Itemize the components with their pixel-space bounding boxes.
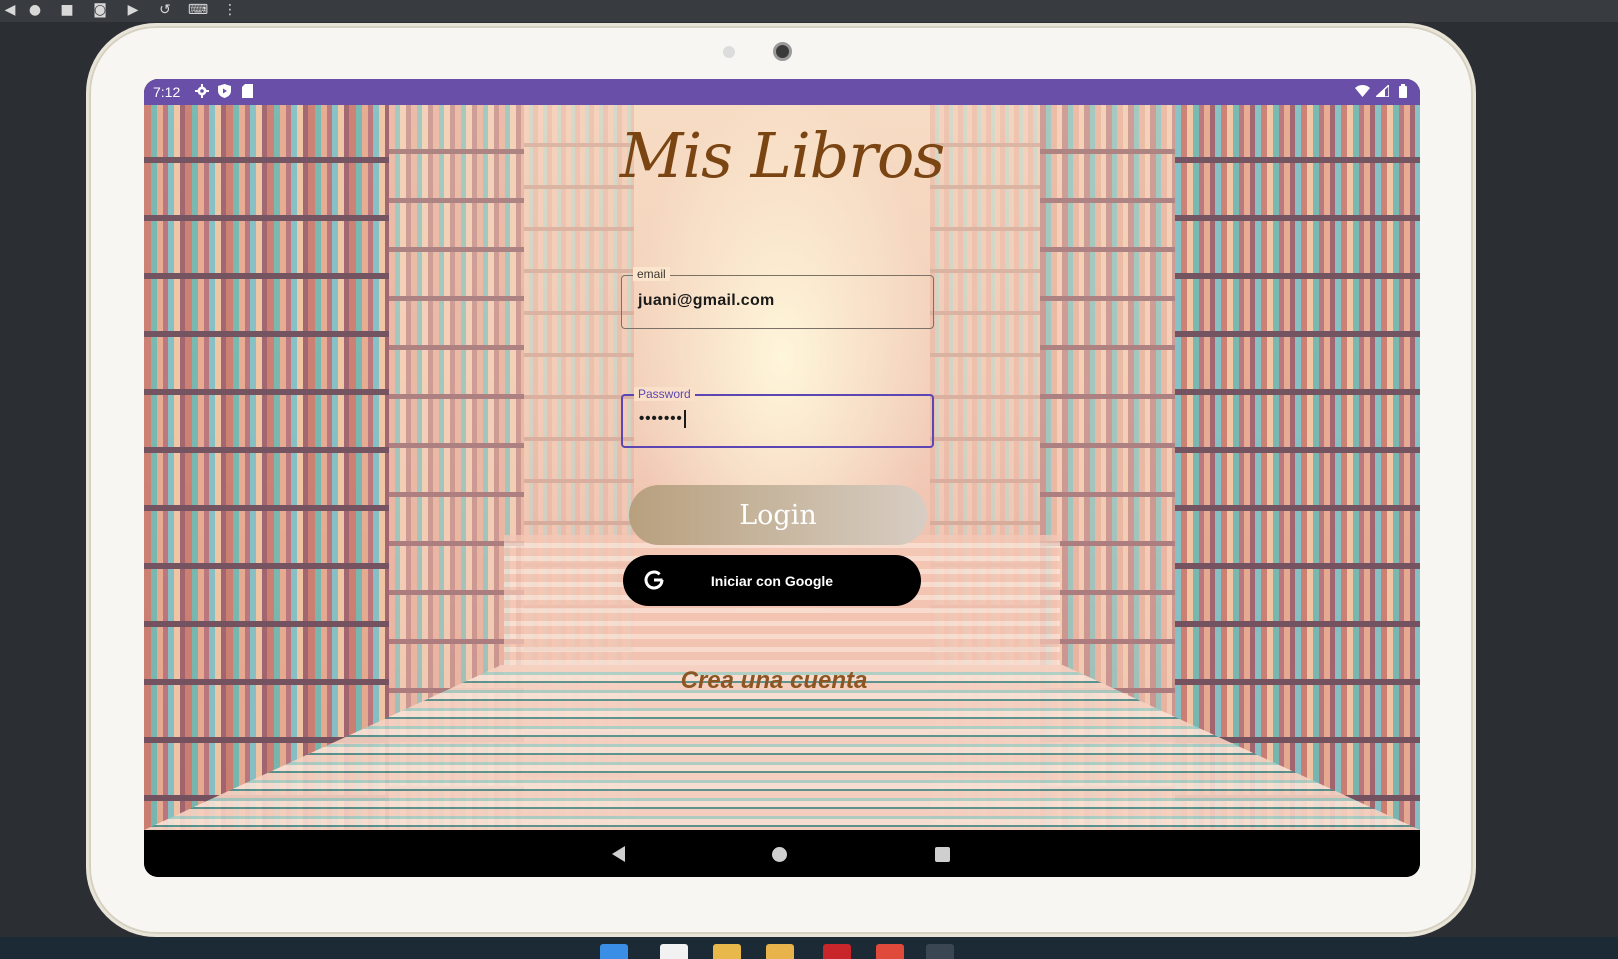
create-account-link[interactable]: Crea una cuenta bbox=[144, 667, 1404, 695]
gear-icon bbox=[194, 83, 209, 99]
google-g-icon bbox=[643, 569, 665, 591]
bookshelf-illustration bbox=[144, 105, 389, 830]
android-nav-bar bbox=[144, 830, 1420, 877]
google-signin-label: Iniciar con Google bbox=[710, 572, 834, 589]
stop-square-icon[interactable]: ■ bbox=[57, 1, 77, 19]
more-vert-icon[interactable]: ⋮ bbox=[220, 1, 240, 19]
signal-icon bbox=[1375, 83, 1390, 99]
taskbar-app-icon[interactable] bbox=[876, 944, 904, 959]
rotate-icon[interactable]: ↺ bbox=[155, 1, 175, 19]
password-field[interactable]: Password ••••••• bbox=[621, 387, 934, 448]
android-status-bar: 7:12 bbox=[144, 79, 1420, 105]
taskbar-app-icon[interactable] bbox=[713, 944, 741, 959]
app-title: Mis Libros bbox=[619, 119, 945, 192]
back-arrow-icon[interactable]: ◀ bbox=[0, 1, 20, 19]
front-sensor bbox=[723, 46, 735, 58]
host-taskbar bbox=[0, 937, 1618, 959]
password-label: Password bbox=[634, 387, 695, 401]
login-button[interactable]: Login bbox=[629, 485, 927, 545]
text-cursor bbox=[683, 410, 686, 429]
folder-icon[interactable] bbox=[766, 944, 794, 959]
video-record-icon[interactable]: ▶ bbox=[123, 1, 143, 19]
login-screen: Mis Libros email juani@gmail.com Passwor… bbox=[144, 105, 1420, 830]
taskbar-app-icon[interactable] bbox=[660, 944, 688, 959]
front-camera bbox=[773, 42, 792, 61]
start-icon[interactable] bbox=[600, 944, 628, 959]
bookshelf-illustration bbox=[1175, 105, 1420, 830]
shield-icon bbox=[217, 83, 232, 99]
email-value[interactable]: juani@gmail.com bbox=[638, 292, 775, 310]
sd-card-icon bbox=[240, 83, 255, 99]
taskbar-app-icon[interactable] bbox=[926, 944, 954, 959]
google-signin-button[interactable]: Iniciar con Google bbox=[623, 555, 921, 606]
nav-home-icon[interactable] bbox=[772, 847, 787, 862]
device-screen: 7:12 Mis Libros email juani@gmail.com Pa… bbox=[144, 79, 1420, 877]
wifi-icon bbox=[1355, 83, 1370, 99]
nav-recents-icon[interactable] bbox=[935, 847, 950, 862]
home-dot-icon[interactable]: ● bbox=[25, 1, 45, 19]
camera-icon[interactable]: ◙ bbox=[90, 1, 110, 19]
emulator-toolbar: ◀ ● ■ ◙ ▶ ↺ ⌨ ⋮ bbox=[0, 0, 1618, 22]
taskbar-app-icon[interactable] bbox=[823, 944, 851, 959]
email-field[interactable]: email juani@gmail.com bbox=[621, 267, 934, 329]
keyboard-icon[interactable]: ⌨ bbox=[188, 1, 208, 19]
status-time: 7:12 bbox=[153, 84, 181, 100]
password-value[interactable]: ••••••• bbox=[639, 410, 686, 429]
nav-back-icon[interactable] bbox=[612, 846, 625, 862]
email-label: email bbox=[633, 267, 670, 281]
battery-icon bbox=[1395, 83, 1410, 99]
